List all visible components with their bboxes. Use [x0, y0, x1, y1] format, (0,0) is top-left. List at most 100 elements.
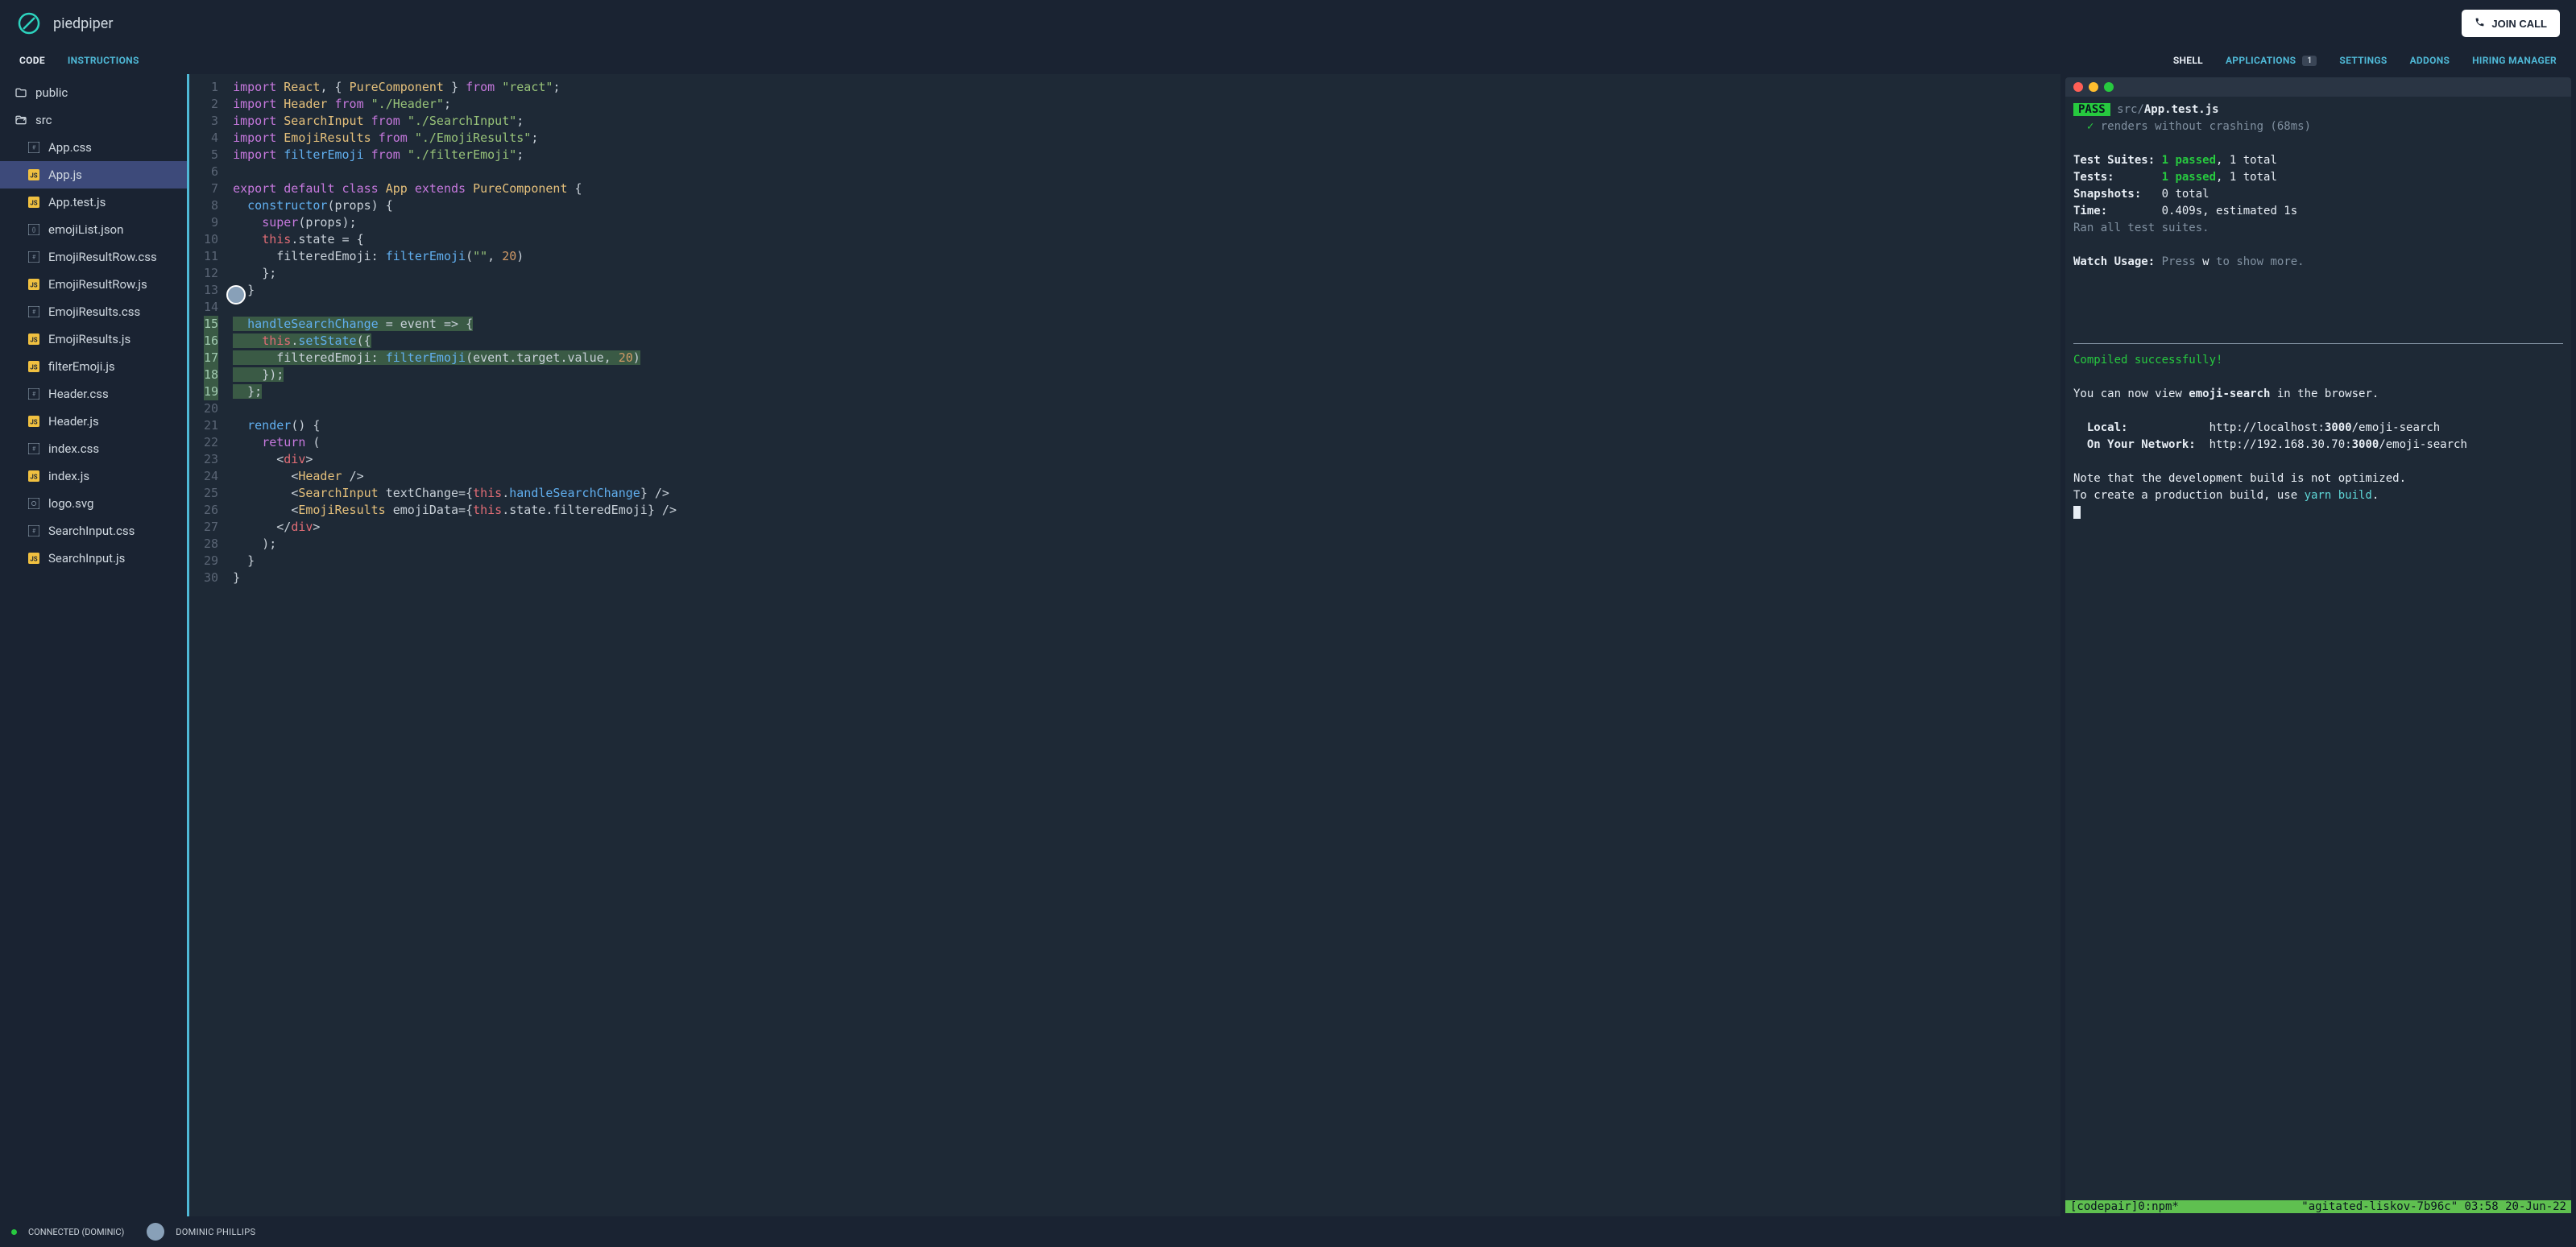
tab-applications[interactable]: APPLICATIONS1 [2214, 47, 2328, 74]
file-tree-item[interactable]: JSApp.js [0, 161, 187, 188]
code-line[interactable] [226, 400, 2060, 417]
code-editor[interactable]: 1234567891011121314151617181920212223242… [187, 74, 2060, 1216]
code-line[interactable]: filteredEmoji: filterEmoji("", 20) [226, 248, 2060, 265]
tab-instructions[interactable]: INSTRUCTIONS [56, 47, 151, 74]
file-tree-item[interactable]: JS Header.js [0, 408, 187, 435]
code-line[interactable]: <Header /> [226, 468, 2060, 485]
join-call-button[interactable]: JOIN CALL [2462, 10, 2560, 37]
window-close-icon[interactable] [2073, 82, 2083, 92]
svg-text:#: # [32, 145, 36, 151]
file-tree-item[interactable]: # EmojiResultRow.css [0, 243, 187, 271]
editor-content[interactable]: import React, { PureComponent } from "re… [226, 74, 2060, 1216]
svg-text:JS: JS [30, 556, 37, 563]
test-pass-badge: PASS [2073, 103, 2110, 116]
file-tree-item[interactable]: JSEmojiResults.js [0, 325, 187, 353]
phone-icon [2475, 17, 2485, 30]
file-name: filterEmoji.js [48, 359, 115, 374]
file-name: App.css [48, 140, 92, 155]
code-line[interactable]: super(props); [226, 214, 2060, 231]
js-icon: JS [27, 470, 40, 483]
js-icon: JS [27, 168, 40, 181]
svg-text:#: # [32, 446, 36, 453]
svg-text:{}: {} [32, 226, 36, 234]
file-tree-item[interactable]: JSApp.test.js [0, 188, 187, 216]
css-icon: # [27, 442, 40, 455]
file-tree-item[interactable]: logo.svg [0, 490, 187, 517]
logo-icon [16, 10, 42, 36]
file-name: index.css [48, 441, 99, 456]
code-line[interactable]: import React, { PureComponent } from "re… [226, 79, 2060, 96]
tab-hiring-manager[interactable]: HIRING MANAGER [2461, 47, 2568, 74]
code-line[interactable]: import EmojiResults from "./EmojiResults… [226, 130, 2060, 147]
code-line[interactable]: </div> [226, 519, 2060, 536]
code-line[interactable]: ); [226, 536, 2060, 553]
file-tree[interactable]: publicsrc#App.cssJSApp.jsJSApp.test.js{}… [0, 74, 187, 1216]
css-icon: # [27, 141, 40, 154]
tab-settings[interactable]: SETTINGS [2328, 47, 2398, 74]
file-tree-item[interactable]: {}emojiList.json [0, 216, 187, 243]
code-line[interactable]: render() { [226, 417, 2060, 434]
tab-badge: 1 [2302, 56, 2317, 66]
code-line[interactable]: <div> [226, 451, 2060, 468]
code-line[interactable]: this.state = { [226, 231, 2060, 248]
file-tree-item[interactable]: JS filterEmoji.js [0, 353, 187, 380]
code-line[interactable]: } [226, 282, 2060, 299]
tab-addons[interactable]: ADDONS [2399, 47, 2462, 74]
svg-text:#: # [32, 255, 36, 261]
code-line[interactable]: export default class App extends PureCom… [226, 180, 2060, 197]
svg-text:JS: JS [30, 172, 37, 180]
collaborator-avatar[interactable] [226, 285, 246, 304]
file-name: SearchInput.css [48, 524, 135, 538]
terminal-titlebar [2065, 77, 2571, 97]
file-name: index.js [48, 469, 89, 483]
file-tree-item[interactable]: JS SearchInput.js [0, 545, 187, 572]
code-line[interactable] [226, 164, 2060, 180]
window-minimize-icon[interactable] [2089, 82, 2098, 92]
file-name: EmojiResultRow.css [48, 250, 157, 264]
window-maximize-icon[interactable] [2104, 82, 2114, 92]
tab-code[interactable]: CODE [8, 47, 56, 74]
file-name: SearchInput.js [48, 551, 125, 566]
file-tree-item[interactable]: # index.css [0, 435, 187, 462]
connection-indicator-icon [11, 1229, 17, 1235]
code-line[interactable]: import filterEmoji from "./filterEmoji"; [226, 147, 2060, 164]
code-line[interactable]: return ( [226, 434, 2060, 451]
file-tree-item[interactable]: #Header.css [0, 380, 187, 408]
code-line[interactable]: } [226, 553, 2060, 570]
json-icon: {} [27, 223, 40, 236]
code-line[interactable]: this.setState({ [226, 333, 2060, 350]
code-line[interactable]: handleSearchChange = event => { [226, 316, 2060, 333]
file-tree-item[interactable]: src [0, 106, 187, 134]
code-line[interactable]: import Header from "./Header"; [226, 96, 2060, 113]
project-name: piedpiper [53, 15, 113, 32]
file-tree-item[interactable]: public [0, 79, 187, 106]
user-avatar[interactable] [147, 1223, 164, 1241]
file-name: Header.css [48, 387, 109, 401]
code-line[interactable]: }); [226, 367, 2060, 383]
file-tree-item[interactable]: JS index.js [0, 462, 187, 490]
code-line[interactable]: <EmojiResults emojiData={this.state.filt… [226, 502, 2060, 519]
terminal-cursor [2073, 506, 2081, 519]
js-icon: JS [27, 360, 40, 373]
code-line[interactable] [226, 299, 2060, 316]
code-line[interactable]: }; [226, 265, 2060, 282]
code-line[interactable]: filteredEmoji: filterEmoji(event.target.… [226, 350, 2060, 367]
code-line[interactable]: import SearchInput from "./SearchInput"; [226, 113, 2060, 130]
code-line[interactable]: <SearchInput textChange={this.handleSear… [226, 485, 2060, 502]
terminal-body[interactable]: PASS src/App.test.js ✓ renders without c… [2065, 97, 2571, 1200]
file-tree-item[interactable]: #EmojiResults.css [0, 298, 187, 325]
file-tree-item[interactable]: #SearchInput.css [0, 517, 187, 545]
css-icon: # [27, 305, 40, 318]
editor-gutter: 1234567891011121314151617181920212223242… [189, 74, 226, 1216]
svg-text:JS: JS [30, 474, 37, 481]
file-name: Header.js [48, 414, 99, 429]
file-tree-item[interactable]: # App.css [0, 134, 187, 161]
terminal[interactable]: PASS src/App.test.js ✓ renders without c… [2065, 77, 2571, 1213]
code-line[interactable]: }; [226, 383, 2060, 400]
code-line[interactable]: constructor(props) { [226, 197, 2060, 214]
file-tree-item[interactable]: JSEmojiResultRow.js [0, 271, 187, 298]
code-line[interactable]: } [226, 570, 2060, 586]
tab-shell[interactable]: SHELL [2162, 47, 2214, 74]
svg-text:JS: JS [30, 337, 37, 344]
svg-text:JS: JS [30, 419, 37, 426]
